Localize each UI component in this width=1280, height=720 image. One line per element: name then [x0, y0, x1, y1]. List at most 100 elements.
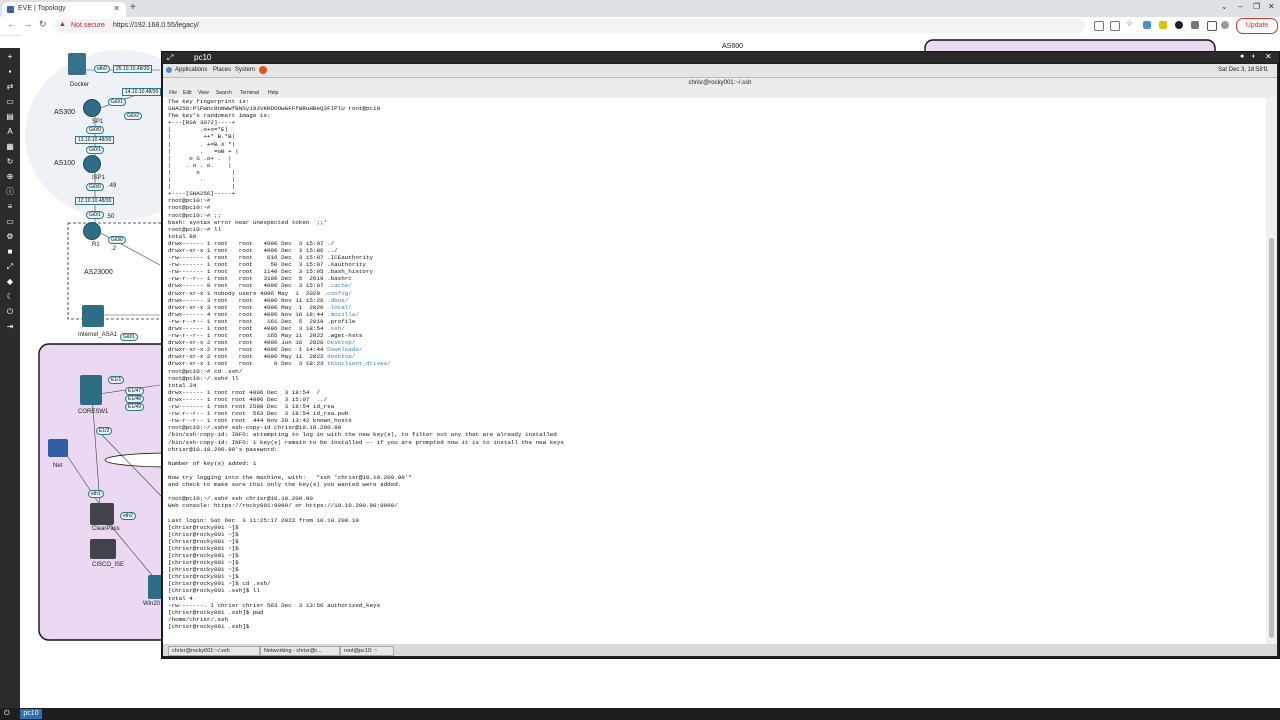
terminal-line: | .o+o=*E| — [168, 126, 229, 134]
network-icon[interactable]: ⇄ — [5, 82, 15, 92]
zoom-icon[interactable]: ⊕ — [5, 172, 15, 182]
docker-icon[interactable] — [68, 53, 86, 75]
terminal-line: /home/chrisr/.ssh — [168, 615, 229, 623]
reload-icon[interactable]: ↻ — [39, 19, 47, 30]
extension-yellow-icon[interactable] — [1159, 21, 1167, 29]
fullscreen-icon[interactable]: ⤢ — [5, 262, 15, 272]
menu-view[interactable]: View — [198, 90, 209, 96]
forward-icon[interactable]: → — [23, 19, 32, 29]
task-networking[interactable]: Networking - chrisr@r... — [260, 646, 340, 656]
pc-icon[interactable] — [148, 575, 162, 599]
text-icon[interactable]: A — [5, 127, 15, 137]
close-tab-icon[interactable]: ✕ — [113, 4, 120, 13]
minimize-icon[interactable]: – — [1238, 2, 1242, 11]
settings-icon[interactable]: ⚙ — [5, 232, 15, 242]
pc10-task-button[interactable]: pc10 — [20, 709, 42, 719]
server-icon[interactable] — [90, 503, 114, 525]
network-cloud-icon[interactable] — [48, 439, 68, 457]
grid-icon[interactable]: ▦ — [5, 142, 15, 152]
browser-tab[interactable]: EVE | Topology ✕ — [2, 2, 126, 17]
omnibox[interactable]: ▲ Not secure https://192.168.0.55/legacy… — [55, 19, 1085, 33]
power-icon[interactable]: ⏻ — [5, 307, 15, 317]
config-icon[interactable]: ▤ — [5, 112, 15, 122]
router-icon[interactable] — [83, 222, 101, 240]
interface-label: E1/49 — [125, 403, 145, 411]
terminal-line: drwx------ 3 root root 4096 Nov 11 15:26… — [168, 296, 349, 304]
device-label-sp1: SP1 — [92, 119, 104, 125]
network-label: 12.10.10.48/30 — [75, 197, 115, 205]
puzzle-icon[interactable] — [1191, 21, 1199, 29]
router-icon[interactable] — [83, 99, 101, 117]
terminal-title: chrisr@rocky001:~/.ssh — [163, 78, 1277, 89]
scrollbar-thumb[interactable] — [1269, 238, 1274, 638]
url-text[interactable]: https://192.168.0.55/legacy/ — [113, 22, 199, 29]
menu-edit[interactable]: Edit — [183, 90, 192, 96]
tag-icon[interactable]: ◆ — [5, 277, 15, 287]
lock-icon[interactable]: ■ — [5, 247, 15, 257]
terminal-line: -rw------- 1 root root 1140 Dec 3 15:05 … — [168, 268, 374, 276]
comment-icon[interactable]: ▭ — [5, 217, 15, 227]
device-label-asa: Internet_ASA1 — [78, 332, 118, 338]
as-label: AS600 — [722, 43, 744, 50]
switch-icon[interactable] — [80, 375, 102, 405]
router-icon[interactable] — [83, 155, 101, 173]
picture-icon[interactable]: ▭ — [5, 97, 15, 107]
interface-label: Gi0/1 — [108, 98, 126, 106]
share-icon[interactable] — [1110, 21, 1120, 31]
task-root-terminal[interactable]: root@pc10: ~ — [340, 646, 394, 656]
add-icon[interactable]: + — [5, 52, 15, 62]
task-terminal-ssh[interactable]: chrisr@rocky001:~/.ssh — [168, 646, 260, 656]
profile-avatar[interactable] — [1221, 21, 1229, 29]
menu-applications[interactable]: Applications — [175, 67, 207, 73]
window-close-icon[interactable]: ✕ — [1268, 2, 1275, 11]
terminal-line: and check to make sure that only the key… — [168, 481, 402, 489]
firefox-icon[interactable] — [259, 66, 267, 74]
terminal-output[interactable]: The key fingerprint is: SHA256:PlFWnc8nN… — [163, 98, 1266, 644]
terminal-scrollbar[interactable] — [1266, 98, 1277, 644]
device-label-cisco-ise: CISCO_ISE — [92, 562, 125, 568]
pc10-console-window[interactable]: ⤢ pc10 ● ◐ ✕ Applications Places System … — [161, 51, 1280, 659]
console-titlebar[interactable]: ⤢ pc10 ● ◐ ✕ — [162, 52, 1279, 63]
terminal-line: | o S .o+ . | — [168, 154, 232, 162]
interface-label: E1/1 — [108, 376, 125, 384]
tab-title: EVE | Topology — [18, 5, 66, 12]
menu-file[interactable]: File — [169, 90, 177, 96]
refresh-icon[interactable]: ↻ — [5, 157, 15, 167]
interface-label: Gi0/0 — [108, 236, 126, 244]
menu-search[interactable]: Search — [216, 90, 232, 96]
star-icon[interactable]: ☆ — [1126, 19, 1134, 28]
update-button[interactable]: Update — [1236, 18, 1278, 34]
terminal-line: root@pc10:~/.ssh# ssh chrisr@10.10.200.9… — [168, 495, 313, 503]
restore-icon[interactable]: ❐ — [1253, 2, 1260, 11]
sidepanel-icon[interactable] — [1207, 21, 1217, 31]
moon-icon[interactable]: ☾ — [5, 292, 15, 302]
server-icon[interactable] — [90, 539, 116, 559]
terminal-line: -rw-r--r-- 1 root root 161 Dec 5 2019 .p… — [168, 317, 356, 325]
logout-icon[interactable]: ⇥ — [5, 322, 15, 332]
terminal-line: root@pc10:~# ;; — [168, 211, 222, 219]
menu-icon[interactable]: ⏻ — [4, 710, 10, 718]
maximize-icon[interactable]: ◐ — [1252, 53, 1256, 60]
terminal-line: -rw------- 1 root root 2598 Dec 3 18:54 … — [168, 403, 335, 411]
console-title: pc10 — [194, 53, 212, 62]
new-tab-button[interactable]: + — [130, 2, 136, 13]
node-icon[interactable]: ▪ — [5, 67, 15, 77]
extension-key-icon[interactable] — [1143, 21, 1151, 29]
terminal-line: drwxr-xr-x 1 nobody users 4096 May 1 202… — [168, 289, 352, 297]
menu-places[interactable]: Places — [213, 67, 231, 73]
extension-circle-icon[interactable] — [1175, 21, 1183, 29]
close-icon[interactable]: ✕ — [1265, 52, 1272, 61]
terminal-line: | . | — [168, 176, 236, 184]
resize-icon[interactable]: ⤢ — [167, 53, 173, 63]
menu-system[interactable]: System — [235, 67, 255, 73]
info-icon[interactable]: ⓘ — [5, 187, 15, 197]
menu-terminal[interactable]: Terminal — [240, 90, 259, 96]
menu-help[interactable]: Help — [268, 90, 278, 96]
cast-icon[interactable] — [1094, 21, 1104, 31]
list-icon[interactable]: ≡ — [5, 202, 15, 212]
chevron-down-icon[interactable]: ⌄ — [1221, 2, 1228, 11]
interface-label: eth2 — [120, 512, 136, 520]
minimize-icon[interactable]: ● — [1240, 53, 1244, 60]
firewall-icon[interactable] — [82, 305, 104, 327]
back-icon[interactable]: ← — [7, 19, 16, 29]
